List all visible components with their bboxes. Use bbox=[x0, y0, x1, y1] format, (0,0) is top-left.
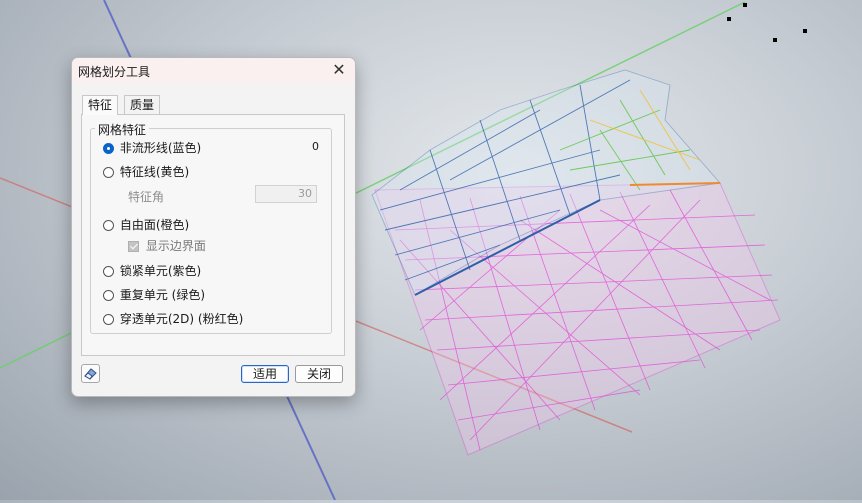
marker-dot bbox=[773, 38, 777, 42]
show-boundary-checkbox bbox=[128, 241, 139, 252]
radio-unchecked[interactable] bbox=[103, 314, 114, 325]
option-non-manifold[interactable]: 非流形线(蓝色) bbox=[103, 140, 201, 156]
mesh-tool-dialog: 网格划分工具 ✕ 特征 质量 网格特征 非流形线(蓝色) 0 特征线(黄色) 特… bbox=[71, 57, 356, 397]
eraser-button[interactable] bbox=[81, 364, 100, 383]
show-boundary-label: 显示边界面 bbox=[145, 239, 206, 253]
radio-unchecked[interactable] bbox=[103, 167, 114, 178]
tab-quality-label: 质量 bbox=[130, 98, 155, 112]
apply-button[interactable]: 适用 bbox=[241, 365, 289, 383]
show-boundary-checkbox-row: 显示边界面 bbox=[128, 238, 206, 254]
tab-feature-label: 特征 bbox=[88, 98, 113, 112]
option-free-face-label: 自由面(橙色) bbox=[119, 218, 190, 232]
option-duplicate-element-label: 重复单元 (绿色) bbox=[119, 288, 206, 302]
group-legend: 网格特征 bbox=[95, 121, 150, 138]
option-feature-line[interactable]: 特征线(黄色) bbox=[103, 164, 189, 180]
option-free-face[interactable]: 自由面(橙色) bbox=[103, 217, 189, 233]
marker-dot bbox=[743, 3, 747, 7]
tab-quality[interactable]: 质量 bbox=[124, 95, 161, 114]
radio-checked[interactable] bbox=[103, 143, 114, 154]
feature-angle-label: 特征角 bbox=[128, 190, 165, 204]
dialog-titlebar[interactable]: 网格划分工具 ✕ bbox=[72, 58, 355, 83]
feature-angle-input[interactable]: 30 bbox=[255, 185, 317, 203]
option-locked-element-label: 锁紧单元(紫色) bbox=[119, 264, 202, 278]
marker-dot bbox=[727, 17, 731, 21]
option-locked-element[interactable]: 锁紧单元(紫色) bbox=[103, 263, 201, 279]
option-penetration-element-label: 穿透单元(2D) (粉红色) bbox=[119, 312, 244, 326]
option-penetration-element[interactable]: 穿透单元(2D) (粉红色) bbox=[103, 311, 243, 327]
radio-unchecked[interactable] bbox=[103, 290, 114, 301]
count-value: 0 bbox=[312, 140, 319, 153]
radio-unchecked[interactable] bbox=[103, 266, 114, 277]
close-icon[interactable]: ✕ bbox=[330, 61, 348, 79]
tab-feature[interactable]: 特征 bbox=[82, 95, 119, 115]
option-feature-line-label: 特征线(黄色) bbox=[119, 165, 190, 179]
tab-panel-feature: 网格特征 非流形线(蓝色) 0 特征线(黄色) 特征角 30 自由面(橙色) 显… bbox=[81, 114, 345, 356]
close-button[interactable]: 关闭 bbox=[295, 365, 343, 383]
radio-unchecked[interactable] bbox=[103, 220, 114, 231]
option-non-manifold-label: 非流形线(蓝色) bbox=[119, 141, 202, 155]
option-duplicate-element[interactable]: 重复单元 (绿色) bbox=[103, 287, 205, 303]
dialog-title: 网格划分工具 bbox=[78, 65, 151, 79]
marker-dot bbox=[803, 29, 807, 33]
eraser-icon bbox=[84, 368, 97, 380]
